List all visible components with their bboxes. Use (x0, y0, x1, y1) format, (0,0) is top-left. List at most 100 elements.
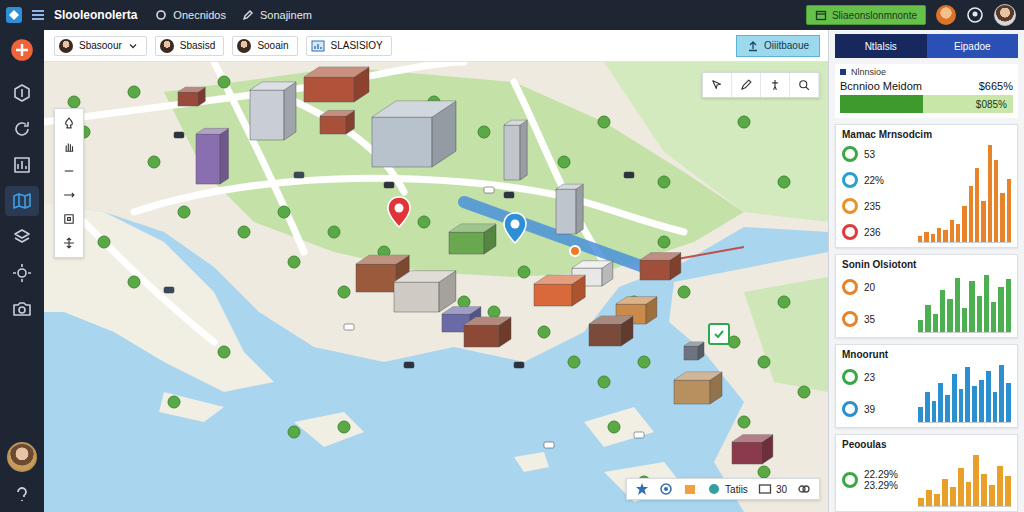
map-tool[interactable] (58, 209, 80, 229)
map-top-tool[interactable] (703, 73, 732, 97)
chart-bar (989, 485, 995, 506)
sidebar-item[interactable] (5, 222, 39, 252)
card-title: Mnoorunt (842, 349, 1011, 360)
building[interactable] (556, 184, 583, 234)
status-item[interactable]: Tatiis (707, 482, 748, 496)
building[interactable] (394, 271, 456, 312)
stat-card[interactable]: Mamac Mrnsodcim5322%235236 (835, 124, 1018, 248)
stat-card[interactable]: Sonin Olsiotont2035 (835, 254, 1018, 338)
top-action-button[interactable]: Sliaeonslonmnonte (806, 5, 926, 25)
building[interactable] (589, 316, 633, 346)
map-tool-panel (54, 108, 84, 258)
summary-caption: Nlnnsioe (840, 67, 1013, 77)
star-icon[interactable] (635, 482, 649, 496)
user-avatar-icon[interactable] (936, 5, 956, 25)
chart-bar (956, 224, 960, 242)
chart-bar (991, 302, 996, 332)
map-icon (12, 191, 32, 211)
lawn (604, 62, 828, 222)
stat-row: 53 (842, 146, 912, 162)
map-tool[interactable] (58, 233, 80, 253)
ring-icon (842, 224, 858, 240)
building[interactable] (196, 128, 228, 184)
chart-bar (993, 392, 998, 422)
sidebar-item[interactable] (5, 78, 39, 108)
building[interactable] (684, 342, 704, 360)
map[interactable]: Tatiis 30 (44, 62, 828, 512)
building[interactable] (674, 372, 722, 404)
stat-list: 2035 (842, 273, 912, 333)
chart-bar (945, 395, 950, 422)
stat-list: 2339 (842, 363, 912, 423)
chart-bar (958, 468, 964, 506)
map-pin-icon[interactable] (387, 196, 411, 228)
link-icon[interactable] (797, 482, 811, 496)
chart-bar (918, 236, 922, 242)
building[interactable] (250, 82, 296, 140)
map-tool[interactable] (58, 185, 80, 205)
camera-icon (12, 299, 32, 319)
panel-tab[interactable]: Eipadoe (927, 34, 1019, 58)
chart-bar (925, 392, 930, 422)
user-avatar-icon[interactable] (7, 442, 37, 472)
map-tool[interactable] (58, 113, 80, 133)
building[interactable] (464, 317, 511, 347)
status-item[interactable]: 30 (758, 482, 787, 496)
filter-action-button[interactable]: Oiiitbaoue (736, 35, 820, 57)
island (294, 412, 364, 447)
arrows-icon (62, 188, 76, 202)
sidebar-item[interactable] (5, 294, 39, 324)
card-title: Peooulas (842, 439, 1011, 450)
profile-icon[interactable] (966, 6, 984, 24)
building[interactable] (449, 224, 496, 254)
map-top-tool[interactable] (732, 73, 761, 97)
upload-icon (747, 40, 759, 52)
target-icon[interactable] (659, 482, 673, 496)
map-top-tool[interactable] (790, 73, 819, 97)
sidebar-item[interactable] (5, 258, 39, 288)
ring-icon (842, 172, 858, 188)
map-pin-icon[interactable] (503, 212, 527, 244)
chart-bar (934, 494, 940, 506)
map-badge-icon[interactable] (708, 323, 730, 345)
map-dot-icon[interactable] (569, 245, 581, 257)
map-workspace: Sbasoour Sbasisd Sooain SLASISIOY Oiiitbaoue… (44, 30, 828, 512)
stat-card[interactable]: Mnoorunt 2339 (835, 344, 1018, 428)
map-tool[interactable] (58, 137, 80, 157)
logo-icon[interactable] (6, 7, 22, 23)
map-tool[interactable] (58, 161, 80, 181)
stat-card[interactable]: Peooulas22.29%23.29% (835, 434, 1018, 512)
building[interactable] (178, 87, 205, 106)
nav-item[interactable]: Onecnidos (155, 9, 226, 21)
brand: Slooleonolerta (6, 7, 137, 23)
help-icon[interactable] (12, 484, 32, 504)
sidebar-item[interactable] (5, 150, 39, 180)
building[interactable] (320, 110, 354, 134)
brand-mark-icon[interactable] (8, 36, 36, 64)
bar-chart (918, 273, 1011, 333)
panel-tab[interactable]: Ntlalsis (835, 34, 927, 58)
chart-bar (950, 220, 954, 242)
chart-bar (981, 201, 985, 242)
building[interactable] (504, 120, 527, 180)
chart-bar (918, 407, 923, 422)
filter-chip[interactable]: SLASISIOY (306, 36, 392, 56)
filter-chip[interactable]: Sbasisd (155, 36, 225, 56)
filter-chip[interactable]: Sbasoour (54, 36, 147, 56)
building[interactable] (732, 435, 773, 464)
box-icon[interactable] (683, 482, 697, 496)
map-top-tool[interactable] (761, 73, 790, 97)
sidebar-item[interactable] (5, 186, 39, 216)
menu-icon[interactable] (30, 7, 46, 23)
hexagon-icon (12, 83, 32, 103)
building[interactable] (534, 275, 585, 306)
filter-chip[interactable]: Sooain (232, 36, 297, 56)
nav-item[interactable]: Sonajinem (242, 9, 312, 21)
account-avatar-icon[interactable] (994, 4, 1016, 26)
map-canvas[interactable] (44, 62, 828, 512)
building[interactable] (640, 253, 681, 280)
move-icon (62, 236, 76, 250)
building[interactable] (304, 67, 369, 102)
building[interactable] (372, 101, 456, 167)
sidebar-item[interactable] (5, 114, 39, 144)
